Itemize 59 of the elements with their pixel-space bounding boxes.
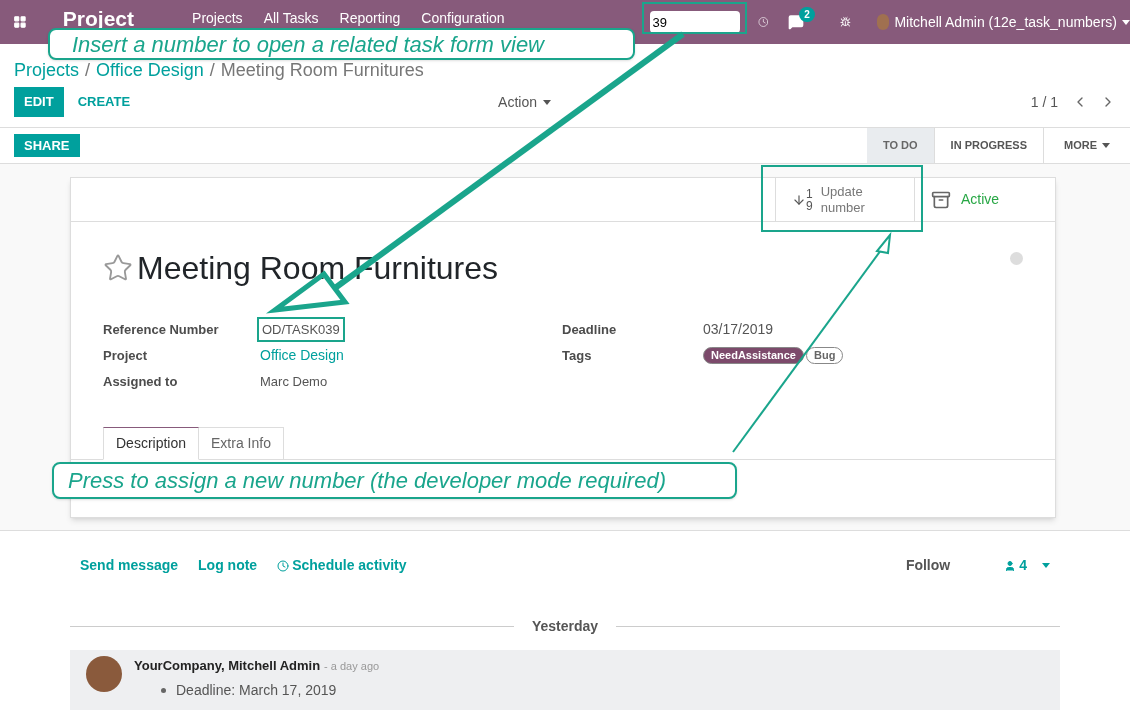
field-value: Marc Demo [259,372,329,391]
breadcrumb-current: Meeting Room Furnitures [220,61,424,79]
message-time: - a day ago [324,659,380,674]
archive-icon [931,189,951,210]
caret-icon [1102,143,1110,148]
author-avatar [86,656,122,692]
message-author: YourCompany, Mitchell Admin [134,657,321,675]
bullet-icon [161,687,166,693]
field-label: Tags [562,346,593,365]
field-link[interactable]: Office Design [257,344,347,367]
follow-button[interactable]: Follow [905,555,951,576]
caret-icon [1042,563,1050,568]
caret-icon [1122,19,1130,25]
field-label: Project [103,346,149,365]
breadcrumb-link[interactable]: Projects [14,61,80,79]
callout: Press to assign a new number (the developer mode required) [52,462,737,499]
message-count-badge: 2 [799,7,815,22]
edit-button[interactable]: EDIT [14,87,64,117]
tag[interactable]: NeedAssistance [703,347,804,364]
action-dropdown[interactable]: Action [498,91,552,113]
task-number-field[interactable]: 39 [649,11,740,33]
schedule-activity-link[interactable]: Schedule activity [277,555,407,576]
field-label: Reference Number [103,320,220,339]
menu-item[interactable]: All Tasks [263,11,319,25]
callout: Insert a number to open a related task form view [48,28,635,60]
active-toggle-button[interactable]: Active [915,178,1055,221]
star-icon[interactable] [103,253,133,283]
menu-item[interactable]: Configuration [421,11,505,25]
debug-icon[interactable] [840,15,852,29]
send-message-link[interactable]: Send message [80,555,179,576]
menu-item[interactable]: Projects [192,11,243,25]
breadcrumb-separator: / [209,61,215,79]
field-label: Deadline [562,320,618,339]
form-tab[interactable]: Extra Info [199,427,284,460]
caret-icon [543,99,552,105]
breadcrumb-link[interactable]: Office Design [96,61,204,79]
person-icon [1004,559,1017,572]
menu-item[interactable]: Reporting [339,11,401,25]
log-note-link[interactable]: Log note [198,555,258,576]
more-stages-button[interactable]: MORE [1044,128,1130,163]
pager-counter: 1 / 1 [1030,92,1058,112]
field-value: 03/17/2019 [703,320,774,339]
create-button[interactable]: CREATE [63,87,145,117]
tag[interactable]: Bug [806,347,844,364]
clock-icon [277,559,290,572]
user-menu[interactable]: Mitchell Admin (12e_task_numbers) [894,11,1130,33]
share-button[interactable]: SHARE [14,134,80,157]
message-text: Deadline: March 17, 2019 [176,680,337,700]
status-stage[interactable]: TO DO [866,128,935,163]
field-label: Assigned to [103,372,179,391]
app-title: Project [62,8,135,29]
update-number-button[interactable]: 1 9 Update number [775,178,915,221]
form-tab[interactable]: Description [103,427,200,460]
date-separator: Yesterday [531,617,599,636]
followers-button[interactable]: 4 [1004,555,1050,576]
apps-menu-icon[interactable] [13,13,27,31]
activity-icon[interactable] [757,15,769,29]
breadcrumb-separator: / [85,61,91,79]
field-value: OD/TASK039 [257,316,345,343]
